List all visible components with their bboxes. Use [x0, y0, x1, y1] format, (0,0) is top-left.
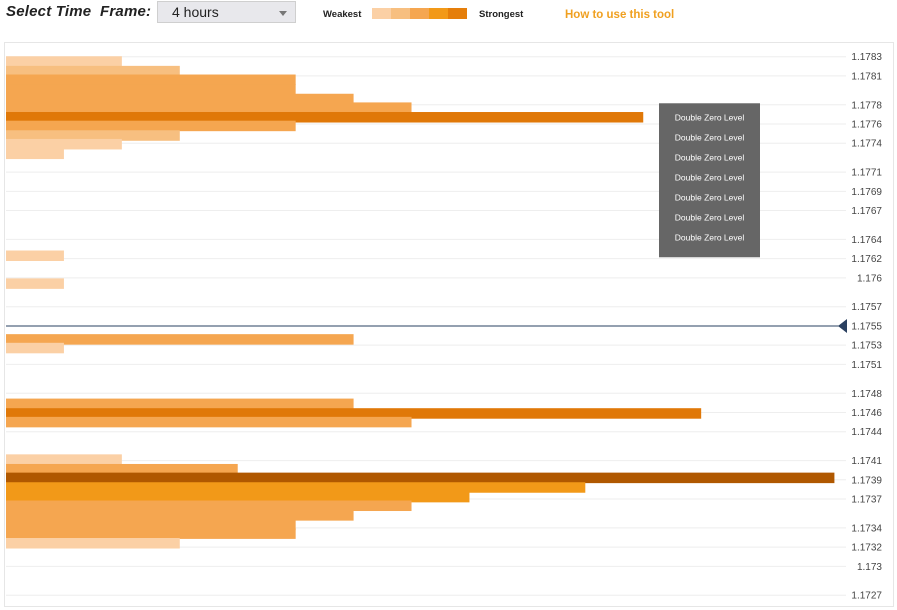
- y-tick-label: 1.1727: [851, 591, 882, 602]
- y-tick-label: 1.1764: [851, 235, 882, 246]
- bar[interactable]: [6, 138, 122, 150]
- y-tick-label: 1.1776: [851, 120, 882, 131]
- bar[interactable]: [6, 538, 180, 549]
- tooltip-line: Double Zero Level: [675, 192, 745, 202]
- bar[interactable]: [6, 278, 64, 289]
- y-tick-label: 1.1753: [851, 341, 882, 352]
- y-tick-label: 1.1762: [851, 254, 882, 265]
- tooltip-line: Double Zero Level: [675, 112, 745, 122]
- y-tick-label: 1.1737: [851, 495, 882, 506]
- y-tick-label: 1.1767: [851, 206, 882, 217]
- y-tick-label: 1.173: [857, 562, 882, 573]
- y-tick-label: 1.1739: [851, 475, 882, 486]
- y-tick-label: 1.1741: [851, 456, 882, 467]
- bar[interactable]: [6, 528, 296, 539]
- y-tick-label: 1.1755: [851, 321, 882, 332]
- y-tick-label: 1.1744: [851, 427, 882, 438]
- tooltip-line: Double Zero Level: [675, 212, 745, 222]
- tooltip-line: Double Zero Level: [675, 152, 745, 162]
- y-tick-label: 1.1778: [851, 100, 882, 111]
- tooltip-line: Double Zero Level: [675, 232, 745, 242]
- current-price-marker-icon: [838, 318, 847, 333]
- bar[interactable]: [6, 74, 296, 86]
- bar[interactable]: [6, 398, 354, 410]
- bar[interactable]: [6, 472, 835, 484]
- y-tick-label: 1.1783: [851, 52, 882, 63]
- bar[interactable]: [6, 454, 122, 465]
- bar[interactable]: [6, 56, 122, 67]
- y-tick-label: 1.1774: [851, 139, 882, 150]
- bar[interactable]: [6, 120, 296, 132]
- bar[interactable]: [6, 500, 412, 512]
- bar[interactable]: [6, 510, 354, 521]
- bar[interactable]: [6, 482, 586, 493]
- y-tick-label: 1.1732: [851, 543, 882, 554]
- bar[interactable]: [6, 250, 64, 261]
- bar[interactable]: [6, 102, 412, 113]
- y-tick-label: 1.1748: [851, 389, 882, 400]
- bar[interactable]: [6, 84, 296, 95]
- confluence-chart: 1.1783 1.1781 1.1778 1.1776 1.1774 1.1771 1.17…: [6, 52, 882, 602]
- y-tick-label: 1.1746: [851, 408, 882, 419]
- tooltip-line: Double Zero Level: [675, 172, 745, 182]
- y-tick-label: 1.1769: [851, 187, 882, 198]
- bar[interactable]: [6, 342, 64, 354]
- bar[interactable]: [6, 148, 64, 160]
- bar[interactable]: [6, 416, 412, 428]
- y-tick-label: 1.1751: [851, 360, 882, 371]
- y-tick-label: 1.1781: [851, 71, 882, 82]
- y-tick-label: 1.1757: [851, 302, 882, 313]
- y-tick-label: 1.1771: [851, 168, 882, 179]
- y-tick-label: 1.1734: [851, 523, 882, 534]
- tooltip-line: Double Zero Level: [675, 132, 745, 142]
- y-tick-label: 1.176: [857, 273, 882, 284]
